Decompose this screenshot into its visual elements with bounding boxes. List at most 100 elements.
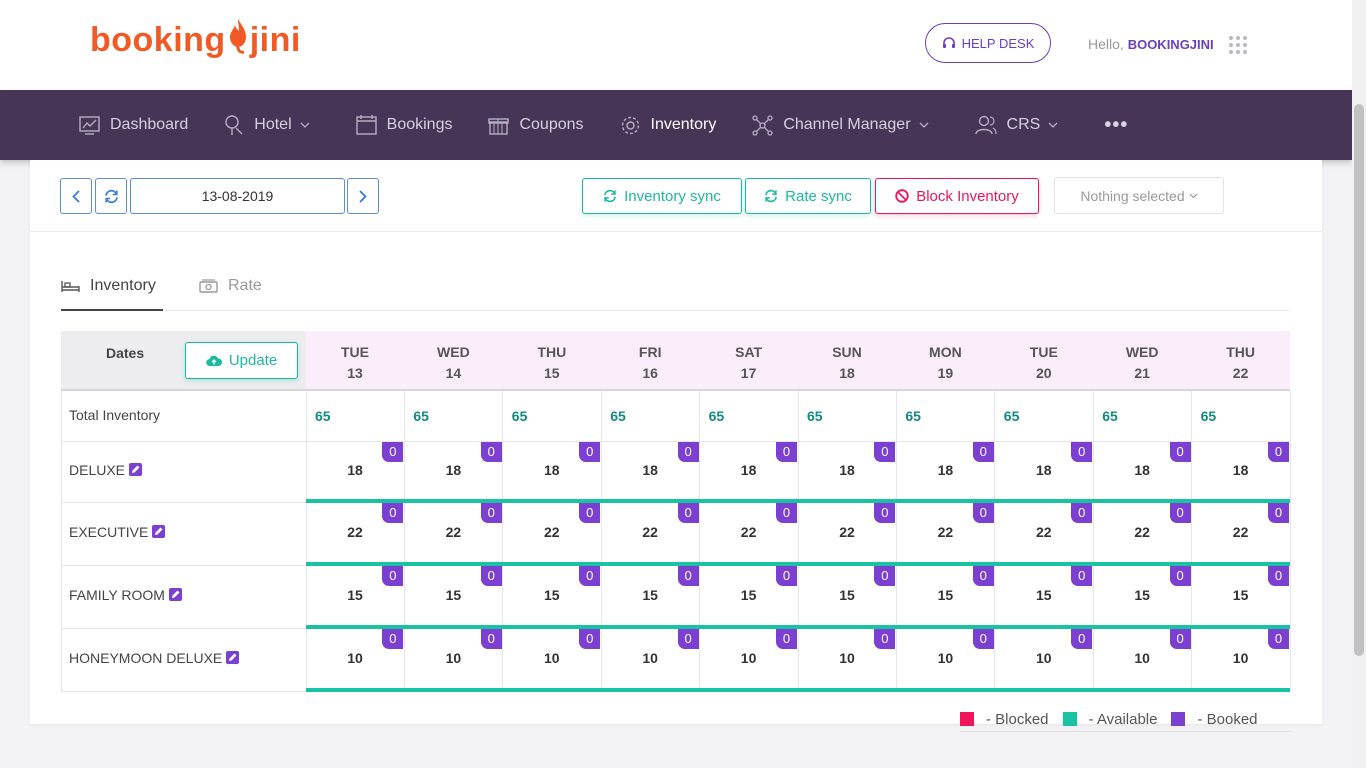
booked-count-badge: 0 (677, 442, 699, 462)
available-count-cell[interactable]: 10 (503, 650, 601, 666)
available-count-cell[interactable]: 15 (306, 587, 404, 603)
available-count-cell[interactable]: 15 (1093, 587, 1191, 603)
available-count-cell[interactable]: 22 (306, 524, 404, 540)
available-count-cell[interactable]: 18 (798, 462, 896, 478)
date-input[interactable]: 13-08-2019 (130, 178, 345, 214)
available-count-cell[interactable]: 22 (1192, 524, 1290, 540)
tab-rate[interactable]: Rate (199, 277, 262, 295)
chevron-down-icon (300, 122, 310, 128)
help-desk-button[interactable]: HELP DESK (925, 23, 1051, 63)
available-count-cell[interactable]: 22 (1093, 524, 1191, 540)
available-count-cell[interactable]: 10 (1093, 650, 1191, 666)
available-count-cell[interactable]: 18 (1192, 462, 1290, 478)
column-divider (502, 391, 504, 691)
available-count-cell[interactable]: 22 (995, 524, 1093, 540)
available-count-cell[interactable]: 22 (503, 524, 601, 540)
available-count-cell[interactable]: 10 (306, 650, 404, 666)
room-type-name: EXECUTIVE (69, 523, 149, 540)
available-count-cell[interactable]: 18 (700, 462, 798, 478)
available-count-cell[interactable]: 18 (404, 462, 502, 478)
refresh-button[interactable] (95, 178, 127, 214)
booked-count-badge: 0 (579, 503, 601, 523)
day-of-week: THU (1226, 344, 1255, 360)
available-count-cell[interactable]: 18 (995, 462, 1093, 478)
total-inventory-value: 65 (807, 408, 823, 424)
next-date-button[interactable] (347, 178, 379, 214)
available-count-cell[interactable]: 10 (798, 650, 896, 666)
nav-hotel[interactable]: Hotel (224, 114, 319, 136)
column-divider (306, 391, 307, 691)
row-divider (61, 691, 306, 692)
tab-label: Inventory (90, 277, 156, 294)
nav-inventory[interactable]: Inventory (620, 115, 716, 136)
scrollbar-thumb[interactable] (1354, 104, 1364, 656)
available-count-cell[interactable]: 22 (601, 524, 699, 540)
available-count-cell[interactable]: 15 (404, 587, 502, 603)
available-count-cell[interactable]: 15 (503, 587, 601, 603)
prev-date-button[interactable] (60, 178, 92, 214)
available-count-cell[interactable]: 18 (601, 462, 699, 478)
available-count-cell[interactable]: 10 (896, 650, 994, 666)
total-inventory-value: 65 (905, 408, 921, 424)
nav-crs[interactable]: CRS (974, 115, 1069, 135)
toolbar-divider (30, 231, 1322, 232)
nav-bookings[interactable]: Bookings (355, 115, 452, 135)
available-count-cell[interactable]: 22 (700, 524, 798, 540)
available-count-cell[interactable]: 10 (601, 650, 699, 666)
edit-icon[interactable] (168, 588, 182, 601)
apps-grid-icon[interactable] (1229, 36, 1247, 54)
available-count-cell[interactable]: 18 (503, 462, 601, 478)
total-inventory-value: 65 (610, 408, 626, 424)
edit-icon[interactable] (129, 463, 143, 476)
edit-icon[interactable] (226, 651, 240, 664)
available-count-cell[interactable]: 10 (700, 650, 798, 666)
tab-inventory[interactable]: Inventory (61, 277, 156, 295)
available-count-cell[interactable]: 22 (404, 524, 502, 540)
available-count-cell[interactable]: 18 (1093, 462, 1191, 478)
booked-count-badge: 0 (480, 629, 502, 649)
bookingjini-logo[interactable]: booking jini (90, 12, 301, 68)
tab-label: Rate (228, 277, 262, 294)
page-scrollbar[interactable] (1352, 0, 1366, 768)
inventory-sync-button[interactable]: Inventory sync (582, 178, 742, 214)
nav-channel-manager[interactable]: Channel Manager (752, 114, 938, 136)
update-button[interactable]: Update (185, 342, 298, 379)
available-count-cell[interactable]: 15 (995, 587, 1093, 603)
row-divider (61, 565, 306, 566)
booked-count-badge: 0 (972, 566, 994, 586)
available-count-cell[interactable]: 22 (798, 524, 896, 540)
available-count-cell[interactable]: 15 (601, 587, 699, 603)
available-count-cell[interactable]: 10 (1192, 650, 1290, 666)
available-count-cell[interactable]: 10 (995, 650, 1093, 666)
booked-count-badge: 0 (972, 503, 994, 523)
available-count-cell[interactable]: 15 (700, 587, 798, 603)
chevron-right-icon (359, 189, 367, 203)
user-name[interactable]: BOOKINGJINI (1128, 37, 1214, 52)
booked-count-badge: 0 (874, 442, 896, 462)
available-count-cell[interactable]: 18 (896, 462, 994, 478)
available-count-cell[interactable]: 15 (1192, 587, 1290, 603)
chevron-down-icon (919, 122, 928, 128)
available-count-cell[interactable]: 15 (896, 587, 994, 603)
available-count-cell[interactable]: 18 (306, 462, 404, 478)
room-type-select[interactable]: Nothing selected (1054, 177, 1224, 214)
column-divider (895, 391, 897, 691)
nav-dashboard[interactable]: Dashboard (79, 115, 188, 135)
available-count-cell[interactable]: 15 (798, 587, 896, 603)
booked-count-badge: 0 (382, 629, 404, 649)
chevron-down-icon (1048, 122, 1058, 128)
edit-icon[interactable] (152, 525, 166, 538)
total-inventory-value: 65 (708, 408, 725, 424)
rate-sync-button[interactable]: Rate sync (745, 178, 871, 214)
nav-coupons[interactable]: Coupons (488, 115, 584, 135)
logo-text-right: jini (249, 20, 301, 59)
total-inventory-value: 65 (511, 408, 528, 424)
block-inventory-button[interactable]: Block Inventory (875, 178, 1039, 214)
nav-more-button[interactable]: ••• (1104, 114, 1128, 137)
day-header: THU 15 (503, 342, 601, 384)
available-count-cell[interactable]: 22 (896, 524, 994, 540)
main-navbar: Dashboard Hotel Bookings Coupons Invento… (0, 90, 1352, 160)
available-count-cell[interactable]: 10 (404, 650, 502, 666)
booked-count-badge: 0 (776, 503, 797, 523)
day-of-week: WED (1125, 344, 1159, 360)
